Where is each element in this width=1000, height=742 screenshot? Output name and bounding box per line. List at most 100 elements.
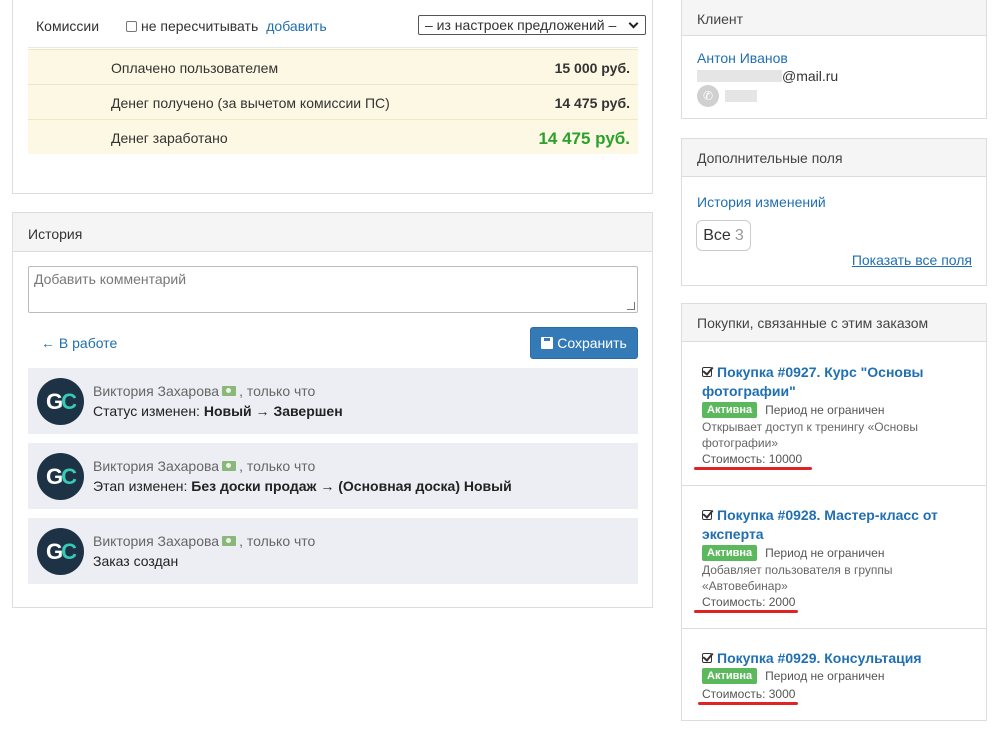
purchase-description: Добавляет пользователя в группы «Автовеб… — [702, 563, 893, 593]
comment-textarea[interactable]: Добавить комментарий — [28, 266, 638, 313]
received-row: Денег получено (за вычетом комиссии ПС) … — [28, 84, 638, 119]
client-email-suffix: @mail.ru — [782, 68, 839, 84]
phone-icon[interactable]: ✆ — [697, 85, 719, 107]
purchase-period: Период не ограничен — [765, 669, 885, 683]
entry-author-line: Виктория Захарова , только что — [93, 458, 315, 474]
earned-row: Денег заработано 14 475 руб. — [28, 119, 638, 154]
all-label: Все — [703, 226, 731, 244]
history-panel: История Добавить комментарий ← В работе … — [12, 212, 653, 608]
purchase-title: Покупка #0927. Курс "Основы фотографии" — [702, 364, 924, 399]
client-panel: Клиент Антон Иванов @mail.ru ✆ — [681, 0, 987, 119]
entry-text: Заказ создан — [93, 553, 178, 569]
checked-checkbox-icon — [702, 510, 712, 520]
entry-time: , только что — [239, 533, 316, 549]
entry-prefix: Этап изменен: — [93, 478, 192, 494]
entry-time: , только что — [239, 383, 316, 399]
commission-row: Комиссии не пересчитывать добавить – из … — [28, 0, 646, 48]
commission-label: Комиссии — [36, 18, 100, 34]
back-to-work-link[interactable]: ← В работе — [41, 335, 117, 351]
money-icon — [222, 536, 237, 546]
summary-label: Оплачено пользователем — [111, 60, 279, 76]
history-entry: GC Виктория Захарова , только что Этап и… — [28, 443, 638, 509]
entry-prefix: Статус изменен: — [93, 403, 204, 419]
entry-detail: Без доски продаж → (Основная доска) Новы… — [191, 478, 512, 494]
all-fields-filter-button[interactable]: Все 3 — [696, 220, 751, 251]
paid-by-user-row: Оплачено пользователем 15 000 руб. — [28, 49, 638, 84]
all-count: 3 — [734, 226, 744, 244]
entry-text: Статус изменен: Новый → Завершен — [93, 403, 343, 419]
avatar: GC — [37, 528, 84, 575]
entry-time: , только что — [239, 458, 316, 474]
purchase-item: Покупка #0928. Мастер-класс от эксперта … — [682, 486, 986, 629]
save-button[interactable]: Сохранить — [530, 327, 638, 359]
history-entry: GC Виктория Захарова , только что Статус… — [28, 368, 638, 434]
change-history-link[interactable]: История изменений — [697, 194, 826, 210]
purchase-item: Покупка #0929. Консультация Активна Пери… — [682, 629, 986, 720]
comment-placeholder: Добавить комментарий — [34, 271, 187, 287]
purchase-title-link[interactable]: Покупка #0928. Мастер-класс от эксперта — [702, 506, 962, 544]
purchase-title: Покупка #0929. Консультация — [717, 650, 922, 666]
entry-detail: Новый → Завершен — [203, 403, 343, 419]
chevron-down-icon — [628, 18, 639, 28]
summary-label: Денег заработано — [111, 130, 228, 146]
money-icon — [222, 461, 237, 471]
client-name-link[interactable]: Антон Иванов — [697, 50, 788, 66]
redacted-phone — [725, 90, 757, 102]
no-recalc-checkbox[interactable]: не пересчитывать добавить — [126, 18, 327, 34]
checkbox-icon[interactable] — [126, 20, 137, 32]
avatar: GC — [37, 378, 84, 425]
purchase-status-line: Активна Период не ограничен — [702, 402, 884, 418]
summary-value: 15 000 руб. — [554, 60, 630, 76]
client-phone: ✆ — [697, 85, 757, 107]
purchase-cost: Стоимость: 10000 — [702, 452, 803, 466]
purchase-item: Покупка #0927. Курс "Основы фотографии" … — [682, 343, 986, 486]
entry-author-line: Виктория Захарова , только что — [93, 533, 315, 549]
commission-source-select[interactable]: – из настроек предложений – — [418, 15, 646, 35]
purchase-title: Покупка #0928. Мастер-класс от эксперта — [702, 507, 938, 542]
history-title: История — [13, 213, 652, 252]
commission-source-value: – из настроек предложений – — [425, 17, 617, 33]
no-recalc-label: не пересчитывать — [141, 18, 259, 34]
purchase-cost: Стоимость: 2000 — [702, 595, 796, 609]
purchases-panel: Покупки, связанные с этим заказом Покупк… — [681, 303, 987, 721]
avatar: GC — [37, 453, 84, 500]
purchases-title: Покупки, связанные с этим заказом — [682, 304, 986, 342]
client-title: Клиент — [682, 0, 986, 36]
checked-checkbox-icon — [702, 367, 712, 377]
purchase-cost: Стоимость: 3000 — [702, 687, 796, 701]
earned-value: 14 475 руб. — [538, 129, 630, 148]
extra-fields-panel: Дополнительные поля История изменений Вс… — [681, 138, 987, 286]
payment-panel: Комиссии не пересчитывать добавить – из … — [12, 0, 653, 194]
purchase-description: Открывает доступ к тренингу «Основы фото… — [702, 420, 918, 450]
purchase-period: Период не ограничен — [765, 403, 885, 417]
resize-handle-icon[interactable] — [627, 302, 635, 310]
add-commission-link[interactable]: добавить — [266, 18, 326, 34]
purchase-title-link[interactable]: Покупка #0929. Консультация — [702, 649, 962, 668]
entry-author-line: Виктория Захарова , только что — [93, 383, 315, 399]
red-highlight-underline — [694, 610, 798, 613]
purchase-title-link[interactable]: Покупка #0927. Курс "Основы фотографии" — [702, 363, 962, 401]
summary-label: Денег получено (за вычетом комиссии ПС) — [111, 95, 390, 111]
save-button-label: Сохранить — [557, 335, 627, 351]
entry-author: Виктория Захарова — [93, 533, 220, 549]
red-highlight-underline — [694, 467, 812, 470]
history-entry: GC Виктория Захарова , только что Заказ … — [28, 518, 638, 584]
red-highlight-underline — [698, 702, 798, 705]
checked-checkbox-icon — [702, 653, 712, 663]
status-badge: Активна — [702, 545, 758, 561]
redacted-email — [697, 70, 782, 82]
entry-text: Этап изменен: Без доски продаж → (Основн… — [93, 478, 512, 494]
client-email: @mail.ru — [697, 68, 838, 84]
entry-prefix: Заказ создан — [93, 553, 179, 569]
money-icon — [222, 386, 237, 396]
purchase-status-line: Активна Период не ограничен — [702, 668, 884, 684]
extra-fields-title: Дополнительные поля — [682, 139, 986, 177]
floppy-disk-icon — [541, 337, 554, 349]
show-all-fields-link[interactable]: Показать все поля — [852, 252, 972, 268]
entry-author: Виктория Захарова — [93, 383, 220, 399]
purchase-status-line: Активна Период не ограничен — [702, 545, 884, 561]
entry-author: Виктория Захарова — [93, 458, 220, 474]
status-badge: Активна — [702, 402, 758, 418]
status-badge: Активна — [702, 668, 758, 684]
summary-value: 14 475 руб. — [554, 95, 630, 111]
